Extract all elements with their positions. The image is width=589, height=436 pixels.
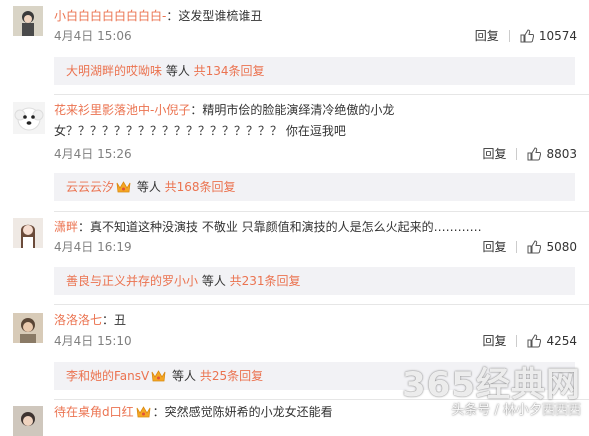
- comment-body: ：这发型谁梳谁丑: [166, 9, 263, 23]
- action-divider: [516, 148, 518, 160]
- sub-reply-text: 等人: [168, 369, 200, 383]
- sub-reply-text: 等人: [198, 274, 230, 288]
- view-replies-link[interactable]: 共134条回复: [194, 64, 265, 78]
- comment-body: ：精明市侩的脸能演绎清冷绝傲的小龙: [190, 103, 395, 117]
- comment-text: 小白白白白白白白白-：这发型谁梳谁丑: [54, 6, 573, 26]
- vip-badge-icon: [151, 370, 166, 382]
- sub-reply-text: 等人: [133, 180, 165, 194]
- sub-reply-user[interactable]: 大明湖畔的哎呦味: [66, 64, 162, 78]
- comment-text: 花来衫里影落池中-小倪子：精明市侩的脸能演绎清冷绝傲的小龙: [54, 100, 573, 120]
- vip-badge-icon: [136, 406, 151, 418]
- sub-reply-user[interactable]: 云云云汐: [66, 180, 114, 194]
- comment-text: 洛洛洛七：丑: [54, 310, 573, 330]
- action-divider: [516, 335, 518, 347]
- comment-divider: [54, 304, 589, 305]
- username-link[interactable]: 小白白白白白白白白-: [54, 9, 166, 23]
- sub-reply-user[interactable]: 李和她的FansV: [66, 369, 149, 383]
- comment-actions: 回复 4254: [482, 333, 577, 349]
- like-count: 4254: [546, 334, 577, 348]
- comment-time: 4月4日 15:06: [54, 29, 132, 43]
- avatar-icon[interactable]: [13, 6, 43, 36]
- comment-time: 4月4日 15:26: [54, 147, 132, 161]
- comment-body: ：突然感觉陈妍希的小龙女还能看: [152, 405, 333, 419]
- comment-time: 4月4日 16:19: [54, 240, 132, 254]
- comment-actions: 回复 5080: [482, 239, 577, 255]
- like-count: 10574: [538, 29, 577, 43]
- dog-avatar-icon[interactable]: [13, 102, 45, 134]
- comment-text: 潇畔：真不知道这种没演技 不敬业 只靠颜值和演技的人是怎么火起来的…………: [54, 217, 573, 237]
- username-link[interactable]: 洛洛洛七: [54, 313, 102, 327]
- girl-avatar-icon[interactable]: [13, 218, 43, 248]
- username-link[interactable]: 待在桌角d口红: [54, 405, 134, 419]
- site-watermark: 365经典网 头条号 / 林小夕西西西: [402, 367, 581, 419]
- reply-button[interactable]: 回复: [482, 146, 506, 162]
- person-avatar-icon[interactable]: [13, 313, 43, 343]
- like-icon[interactable]: [520, 29, 534, 43]
- action-divider: [508, 30, 510, 42]
- reply-button[interactable]: 回复: [475, 28, 499, 44]
- comment-actions: 回复 10574: [475, 28, 577, 44]
- watermark-logo: 365经典网: [402, 365, 581, 405]
- view-replies-link[interactable]: 共168条回复: [165, 180, 236, 194]
- like-icon[interactable]: [527, 147, 542, 161]
- view-replies-link[interactable]: 共25条回复: [200, 369, 263, 383]
- view-replies-link[interactable]: 共231条回复: [230, 274, 301, 288]
- comment-actions: 回复 8803: [482, 146, 577, 162]
- vip-badge-icon: [116, 181, 131, 193]
- username-link[interactable]: 花来衫里影落池中-小倪子: [54, 103, 190, 117]
- sub-reply-user[interactable]: 善良与正义并存的罗小小: [66, 274, 198, 288]
- like-icon[interactable]: [527, 334, 542, 348]
- sub-reply-box: 善良与正义并存的罗小小 等人 共231条回复: [54, 267, 575, 295]
- reply-button[interactable]: 回复: [482, 333, 506, 349]
- sub-reply-text: 等人: [162, 64, 194, 78]
- comment-body: ：丑: [102, 313, 127, 327]
- avatar-icon[interactable]: [13, 406, 43, 436]
- sub-reply-box: 云云云汐 等人 共168条回复: [54, 173, 575, 201]
- like-icon[interactable]: [527, 240, 542, 254]
- watermark-sub: 头条号 / 林小夕西西西: [451, 403, 581, 418]
- comment-body-line2: 女？？？？？？？？？？？？？？？？？？ 你在逗我吧: [54, 124, 346, 138]
- comment-body: ：真不知道这种没演技 不敬业 只靠颜值和演技的人是怎么火起来的…………: [78, 220, 482, 234]
- username-link[interactable]: 潇畔: [54, 220, 78, 234]
- comment-divider: [54, 211, 589, 212]
- comment-divider: [54, 94, 589, 95]
- action-divider: [516, 241, 518, 253]
- like-count: 8803: [546, 147, 577, 161]
- reply-button[interactable]: 回复: [482, 239, 506, 255]
- like-count: 5080: [546, 240, 577, 254]
- comment-time: 4月4日 15:10: [54, 334, 132, 348]
- sub-reply-box: 大明湖畔的哎呦味 等人 共134条回复: [54, 57, 575, 85]
